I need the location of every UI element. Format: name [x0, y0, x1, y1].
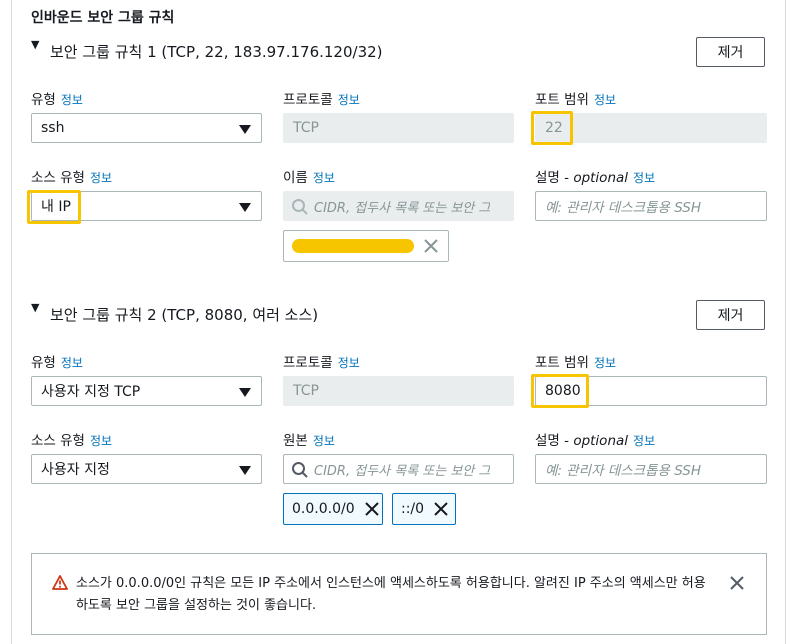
info-link[interactable]: 정보: [338, 93, 360, 107]
rule-1-source-token-redacted: [283, 230, 449, 262]
right-border: [785, 0, 786, 644]
rule-1-protocol-field: TCP: [283, 113, 514, 143]
caret-down-icon: [239, 125, 251, 134]
rule-1-source-label: 이름 정보: [283, 170, 335, 186]
left-border: [11, 0, 12, 644]
rule-2-protocol-field: TCP: [283, 376, 514, 406]
rule-1-source-type-label: 소스 유형 정보: [31, 170, 113, 186]
rule-1-protocol-label: 프로토콜 정보: [283, 92, 360, 108]
info-link[interactable]: 정보: [633, 171, 655, 185]
search-icon: [291, 461, 309, 483]
expand-caret-icon[interactable]: ▼: [31, 38, 39, 51]
rule-2-source-search-input[interactable]: CIDR, 접두사 목록 또는 보안 그: [283, 454, 514, 484]
caret-down-icon: [239, 466, 251, 475]
rule-1-description-input[interactable]: 예: 관리자 데스크톱용 SSH: [535, 191, 767, 221]
source-token: ::/0: [392, 493, 456, 525]
warning-message: 소스가 0.0.0.0/0인 규칙은 모든 IP 주소에서 인스턴스에 액세스하…: [76, 576, 706, 613]
rule-2-desc-label: 설명 - optional 정보: [535, 433, 656, 449]
source-type-highlight: [27, 190, 81, 224]
info-link[interactable]: 정보: [633, 434, 655, 448]
close-icon[interactable]: [424, 239, 438, 253]
source-token: 0.0.0.0/0: [283, 493, 383, 525]
expand-caret-icon[interactable]: ▼: [31, 301, 39, 314]
port-highlight: [531, 374, 589, 408]
port-highlight: [531, 111, 573, 145]
close-icon[interactable]: [364, 502, 379, 516]
rule-2-title: 보안 그룹 규칙 2 (TCP, 8080, 여러 소스): [50, 306, 319, 324]
rule-2-remove-button[interactable]: 제거: [696, 300, 765, 330]
rule-1-remove-button[interactable]: 제거: [696, 37, 765, 67]
redacted-ip-bar: [292, 239, 414, 253]
rule-1-port-label: 포트 범위 정보: [535, 92, 617, 108]
search-icon: [291, 198, 309, 220]
rule-2-description-input[interactable]: 예: 관리자 데스크톱용 SSH: [535, 454, 767, 484]
close-icon[interactable]: [730, 576, 744, 594]
rule-1-source-search-input: CIDR, 접두사 목록 또는 보안 그: [283, 191, 514, 221]
rule-2-source-label: 원본 정보: [283, 433, 335, 449]
warning-icon: [52, 575, 68, 594]
info-link[interactable]: 정보: [90, 171, 112, 185]
info-link[interactable]: 정보: [594, 93, 616, 107]
info-link[interactable]: 정보: [61, 93, 83, 107]
rule-1-type-label: 유형 정보: [31, 92, 83, 108]
close-icon[interactable]: [434, 502, 448, 516]
rule-2-port-label: 포트 범위 정보: [535, 355, 617, 371]
rule-1-desc-label: 설명 - optional 정보: [535, 170, 656, 186]
rule-2-type-select[interactable]: 사용자 지정 TCP: [31, 376, 262, 406]
info-link[interactable]: 정보: [338, 356, 360, 370]
rule-1-title: 보안 그룹 규칙 1 (TCP, 22, 183.97.176.120/32): [50, 43, 383, 61]
caret-down-icon: [239, 203, 251, 212]
info-link[interactable]: 정보: [594, 356, 616, 370]
rule-2-source-type-select[interactable]: 사용자 지정: [31, 454, 262, 484]
section-title: 인바운드 보안 그룹 규칙: [31, 10, 175, 26]
rule-2-type-label: 유형 정보: [31, 355, 83, 371]
info-link[interactable]: 정보: [61, 356, 83, 370]
rule-1-type-select[interactable]: ssh: [31, 113, 262, 143]
info-link[interactable]: 정보: [313, 434, 335, 448]
rule-2-protocol-label: 프로토콜 정보: [283, 355, 360, 371]
info-link[interactable]: 정보: [90, 434, 112, 448]
rule-2-source-type-label: 소스 유형 정보: [31, 433, 113, 449]
info-link[interactable]: 정보: [313, 171, 335, 185]
caret-down-icon: [239, 388, 251, 397]
